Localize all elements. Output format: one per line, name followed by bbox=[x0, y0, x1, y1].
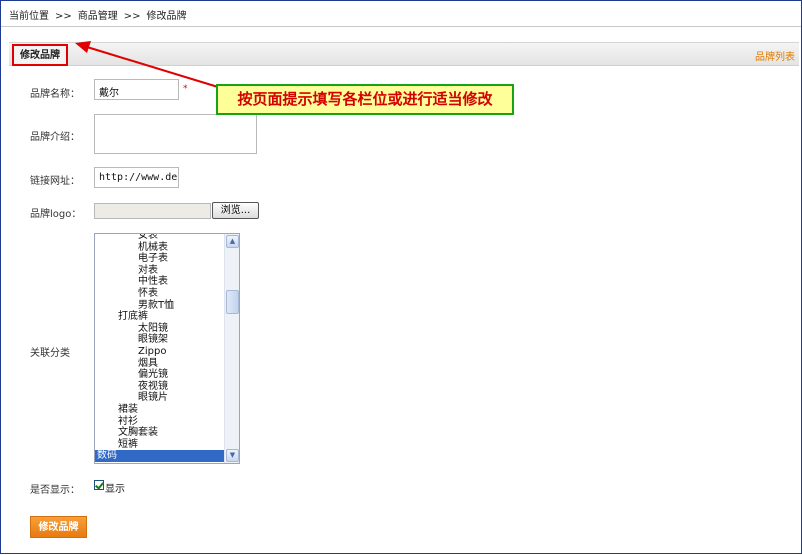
annotation-callout: 按页面提示填写各栏位或进行适当修改 bbox=[216, 84, 514, 115]
page-frame: 当前位置 >> 商品管理 >> 修改品牌 修改品牌 品牌列表 品牌名称： 戴尔 * 品牌… bbox=[0, 0, 802, 554]
